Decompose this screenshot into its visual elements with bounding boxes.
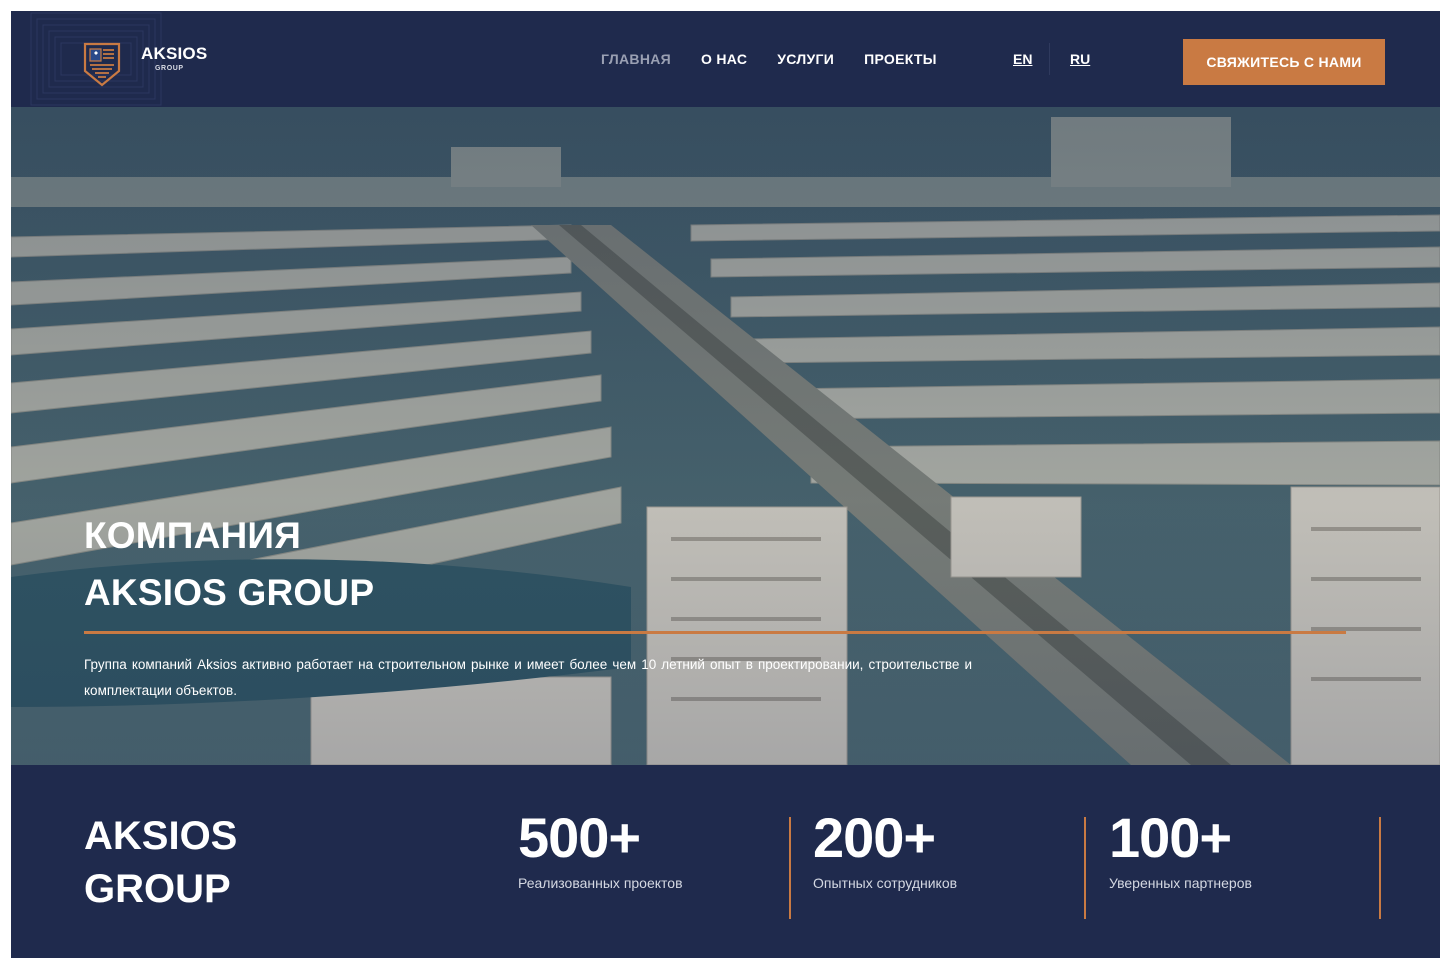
hero-title-line1: КОМПАНИЯ	[84, 515, 302, 556]
site-header: AKSIOS GROUP ГЛАВНАЯ О НАС УСЛУГИ ПРОЕКТ…	[11, 11, 1440, 107]
stat-divider	[789, 817, 791, 919]
language-en[interactable]: EN	[1013, 51, 1032, 67]
contact-us-button[interactable]: СВЯЖИТЕСЬ С НАМИ	[1183, 39, 1385, 85]
page: AKSIOS GROUP ГЛАВНАЯ О НАС УСЛУГИ ПРОЕКТ…	[11, 11, 1440, 958]
stats-section: AKSIOS GROUP 500+ Реализованных проектов…	[11, 765, 1440, 958]
hero-title-line2: AKSIOS GROUP	[84, 572, 375, 613]
logo-icon[interactable]	[83, 41, 121, 87]
nav-item-about[interactable]: О НАС	[701, 51, 747, 67]
stat-label: Уверенных партнеров	[1109, 875, 1252, 891]
logo-subtitle: GROUP	[155, 65, 184, 72]
nav-item-projects[interactable]: ПРОЕКТЫ	[864, 51, 937, 67]
logo-wordmark[interactable]: AKSIOS GROUP	[141, 44, 207, 72]
stat-label: Реализованных проектов	[518, 875, 683, 891]
stats-brand-title: AKSIOS GROUP	[84, 810, 237, 916]
stat-employees: 200+ Опытных сотрудников	[813, 805, 957, 891]
hero-description: Группа компаний Aksios активно работает …	[84, 657, 972, 698]
stat-divider	[1379, 817, 1381, 919]
stats-brand-line1: AKSIOS	[84, 814, 238, 858]
hero-accent-line	[84, 631, 1346, 634]
stat-divider	[1084, 817, 1086, 919]
language-divider	[1049, 43, 1050, 75]
stat-value: 100+	[1109, 806, 1232, 869]
stat-value: 200+	[813, 806, 936, 869]
stat-label: Опытных сотрудников	[813, 875, 958, 891]
hero-title: КОМПАНИЯ AKSIOS GROUP	[84, 507, 374, 621]
hero-section: КОМПАНИЯ AKSIOS GROUP Группа компаний Ak…	[11, 107, 1440, 765]
language-ru[interactable]: RU	[1070, 51, 1090, 67]
main-nav: ГЛАВНАЯ О НАС УСЛУГИ ПРОЕКТЫ	[601, 51, 937, 67]
stat-projects: 500+ Реализованных проектов	[518, 805, 683, 891]
nav-item-services[interactable]: УСЛУГИ	[777, 51, 834, 67]
stat-partners: 100+ Уверенных партнеров	[1109, 805, 1252, 891]
logo-name: AKSIOS	[141, 44, 208, 63]
nav-item-home[interactable]: ГЛАВНАЯ	[601, 51, 671, 67]
stat-value: 500+	[518, 806, 641, 869]
stats-brand-line2: GROUP	[84, 867, 231, 911]
